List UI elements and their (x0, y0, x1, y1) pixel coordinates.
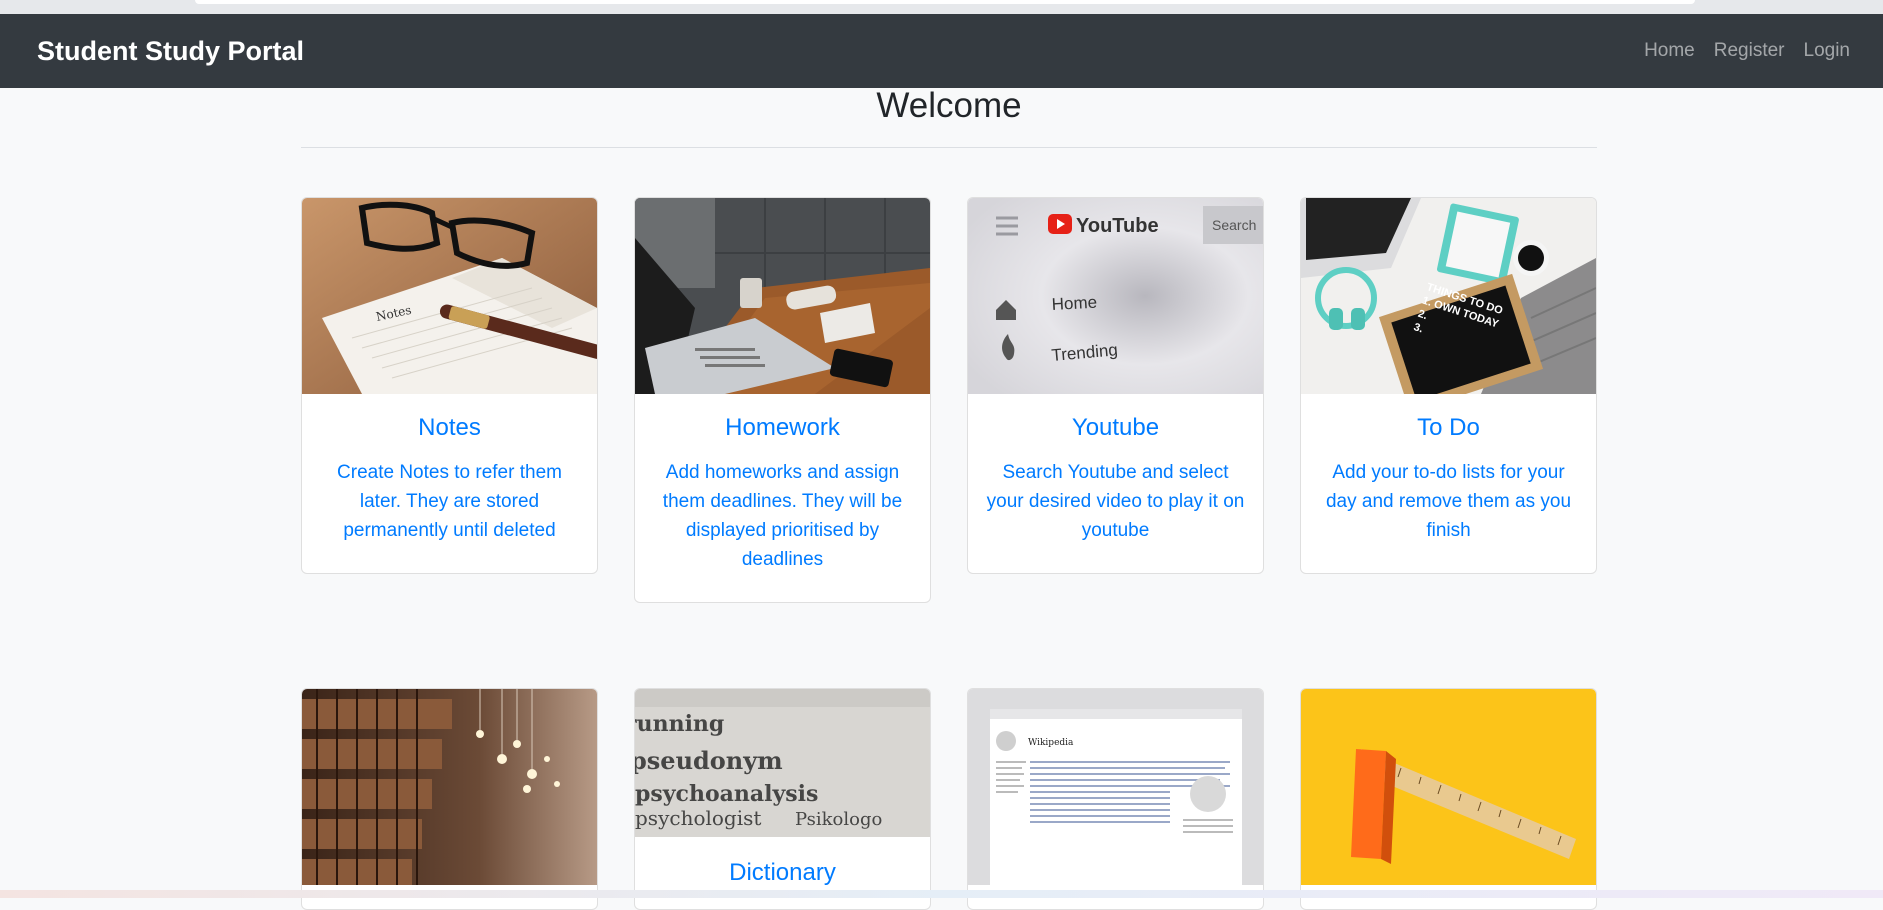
dict-word-5: Psikologo (795, 809, 882, 830)
homework-image (635, 198, 930, 394)
nav-register-link[interactable]: Register (1714, 40, 1785, 62)
todo-card-description: Add your to-do lists for your day and re… (1325, 462, 1572, 541)
dict-word-2: pseudonym (635, 746, 783, 775)
youtube-card-title: Youtube (1071, 414, 1160, 441)
notes-card-description: Create Notes to refer them later. They a… (337, 462, 562, 541)
notes-image: Notes (302, 198, 597, 394)
wikipedia-card[interactable]: Wikipedia (967, 688, 1264, 910)
todo-card-title: To Do (1417, 414, 1480, 441)
dict-word-3: psychoanalysis (635, 781, 818, 807)
dict-word-4: psychologist (635, 806, 761, 830)
books-card[interactable] (301, 688, 598, 910)
homework-card-title: Homework (725, 414, 840, 441)
todo-image: THINGS TO DO 1. OWN TODAY 2. 3. (1301, 198, 1596, 394)
homework-card[interactable]: Homework Add homeworks and assign them d… (634, 197, 931, 603)
youtube-image: YouTube Search Home Trending (968, 198, 1263, 394)
welcome-divider (301, 147, 1597, 148)
ruler-image (1301, 689, 1596, 885)
brand-link[interactable]: Student Study Portal (37, 14, 304, 88)
bottom-strip (0, 890, 1883, 898)
nav-login-link[interactable]: Login (1804, 40, 1851, 62)
nav-links: Home Register Login (1625, 14, 1850, 88)
youtube-menu-home: Home (1051, 293, 1097, 314)
youtube-card[interactable]: YouTube Search Home Trending Youtube Sea… (967, 197, 1264, 574)
dictionary-card[interactable]: running pseudonym psychoanalysis psychol… (634, 688, 931, 910)
dictionary-image: running pseudonym psychoanalysis psychol… (635, 689, 930, 837)
notes-card-title: Notes (418, 414, 481, 441)
dict-word-1: running (635, 711, 724, 737)
wiki-title-text: Wikipedia (1028, 738, 1074, 748)
dictionary-card-title: Dictionary (729, 859, 836, 886)
notes-card[interactable]: Notes Notes Create Notes to refer them l… (301, 197, 598, 574)
homework-card-description: Add homeworks and assign them deadlines.… (662, 462, 903, 570)
browser-top-strip (0, 0, 1883, 14)
youtube-brand-text: YouTube (1076, 215, 1159, 237)
youtube-card-description: Search Youtube and select your desired v… (986, 462, 1245, 541)
welcome-heading: Welcome (876, 86, 1022, 125)
library-image (302, 689, 597, 885)
wikipedia-image: Wikipedia (968, 689, 1263, 885)
navbar: Student Study Portal Home Register Login (0, 14, 1883, 88)
conversion-card[interactable] (1300, 688, 1597, 910)
youtube-search-text: Search (1212, 217, 1256, 233)
nav-home-link[interactable]: Home (1644, 40, 1695, 62)
todo-card[interactable]: THINGS TO DO 1. OWN TODAY 2. 3. To Do Ad… (1300, 197, 1597, 574)
